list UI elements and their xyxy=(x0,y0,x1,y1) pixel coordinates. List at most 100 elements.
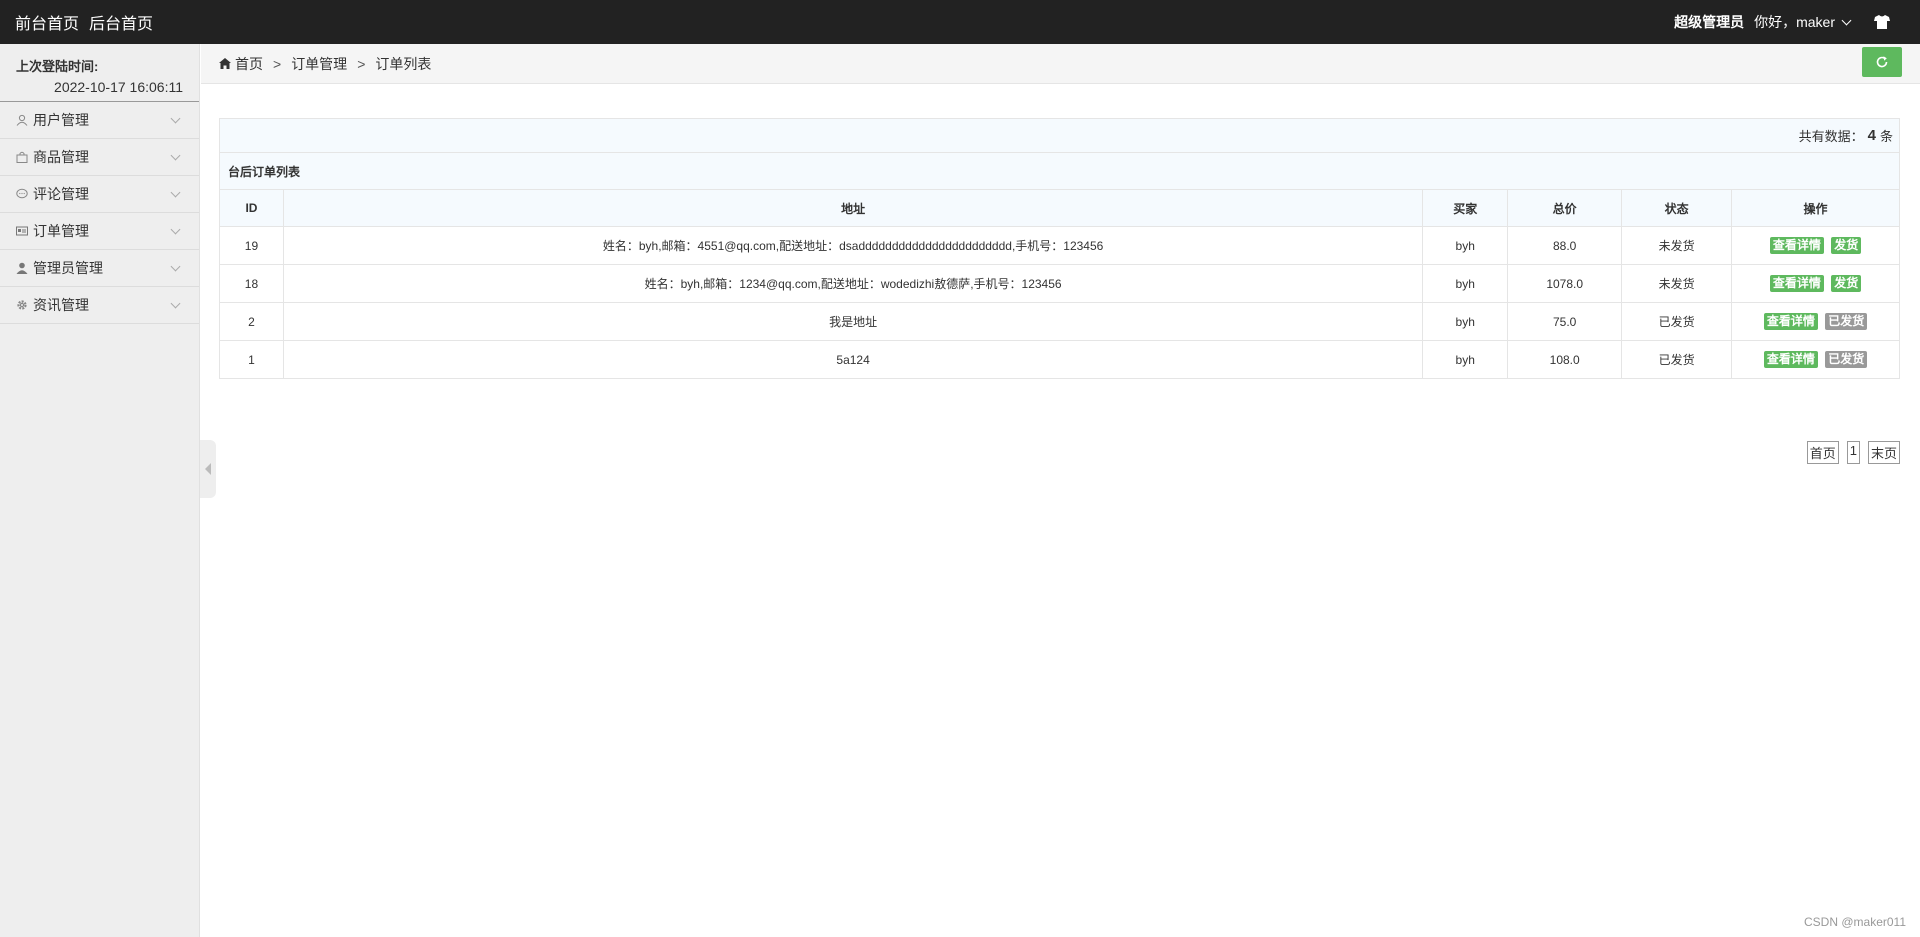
front-home-link[interactable]: 前台首页 xyxy=(15,10,79,34)
table-row: 1 5a124 byh 108.0 已发货 查看详情 已发货 xyxy=(219,340,1900,379)
column-header-status: 状态 xyxy=(1621,189,1733,227)
cell-address: 5a124 xyxy=(282,340,1424,379)
sidebar-item-comments[interactable]: 评论管理 xyxy=(0,176,199,213)
count-value: 4 xyxy=(1867,127,1876,144)
sidebar-item-label: 资讯管理 xyxy=(33,297,89,313)
watermark: CSDN @maker011 xyxy=(1804,915,1906,929)
count-suffix: 条 xyxy=(1879,129,1893,144)
cell-address: 我是地址 xyxy=(282,302,1424,341)
sidebar-item-news[interactable]: 资讯管理 xyxy=(0,287,199,324)
ship-button[interactable]: 发货 xyxy=(1831,237,1862,254)
sidebar-item-label: 管理员管理 xyxy=(33,260,103,276)
home-icon xyxy=(219,58,231,69)
view-detail-button[interactable]: 查看详情 xyxy=(1769,275,1824,292)
column-header-actions: 操作 xyxy=(1731,189,1900,227)
top-nav-links: 前台首页 后台首页 xyxy=(15,0,153,44)
chevron-down-icon xyxy=(170,150,181,161)
breadcrumb-separator: > xyxy=(357,55,366,72)
table-header-row: ID 地址 买家 总价 状态 操作 xyxy=(219,189,1900,227)
cell-id: 1 xyxy=(219,340,284,379)
view-detail-button[interactable]: 查看详情 xyxy=(1769,237,1824,254)
gear-icon xyxy=(15,298,29,312)
breadcrumb-current: 订单列表 xyxy=(375,55,432,72)
cell-total: 88.0 xyxy=(1507,226,1623,265)
sidebar-item-products[interactable]: 商品管理 xyxy=(0,139,199,176)
user-area: 超级管理员 你好，maker xyxy=(1674,0,1890,44)
cell-id: 19 xyxy=(219,226,284,265)
cell-actions: 查看详情 已发货 xyxy=(1731,340,1900,379)
count-prefix: 共有数据： xyxy=(1798,129,1864,144)
cell-actions: 查看详情 发货 xyxy=(1731,264,1900,303)
cell-total: 1078.0 xyxy=(1507,264,1623,303)
top-navbar: 前台首页 后台首页 超级管理员 你好，maker xyxy=(0,0,1920,44)
bag-icon xyxy=(15,150,29,164)
last-login-info: 上次登陆时间: 2022-10-17 16:06:11 xyxy=(0,44,199,102)
user-greeting: 你好，maker xyxy=(1754,14,1835,30)
user-menu-toggle[interactable]: 你好，maker xyxy=(1754,12,1852,32)
pagination-page-1[interactable]: 1 xyxy=(1846,441,1860,464)
last-login-label: 上次登陆时间: xyxy=(16,59,99,74)
sidebar-item-label: 订单管理 xyxy=(33,223,89,239)
cell-status: 未发货 xyxy=(1621,264,1733,303)
cell-actions: 查看详情 已发货 xyxy=(1731,302,1900,341)
chevron-down-icon xyxy=(170,187,181,198)
column-header-address: 地址 xyxy=(282,189,1424,227)
breadcrumb: 首页 > 订单管理 > 订单列表 xyxy=(201,44,1920,84)
user-role: 超级管理员 xyxy=(1674,14,1745,30)
cell-actions: 查看详情 发货 xyxy=(1731,226,1900,265)
pagination-last[interactable]: 末页 xyxy=(1867,441,1900,464)
cell-status: 已发货 xyxy=(1621,340,1733,379)
user-icon xyxy=(15,113,29,127)
column-header-id: ID xyxy=(219,189,284,227)
chevron-down-icon xyxy=(1841,15,1852,25)
tshirt-icon[interactable] xyxy=(1874,15,1890,29)
ship-button[interactable]: 发货 xyxy=(1831,275,1862,292)
pagination-first[interactable]: 首页 xyxy=(1806,441,1839,464)
back-home-link[interactable]: 后台首页 xyxy=(89,10,153,34)
breadcrumb-home[interactable]: 首页 xyxy=(235,54,263,74)
chevron-down-icon xyxy=(170,113,181,124)
cell-id: 2 xyxy=(219,302,284,341)
sidebar-item-label: 用户管理 xyxy=(33,112,89,128)
breadcrumb-separator: > xyxy=(273,55,282,72)
view-detail-button[interactable]: 查看详情 xyxy=(1763,313,1818,330)
breadcrumb-order-management[interactable]: 订单管理 xyxy=(291,54,347,74)
column-header-total: 总价 xyxy=(1507,189,1623,227)
shipped-badge: 已发货 xyxy=(1825,313,1868,330)
cell-address: 姓名：byh,邮箱：4551@qq.com,配送地址：dsadddddddddd… xyxy=(282,226,1424,265)
cell-total: 75.0 xyxy=(1507,302,1623,341)
sidebar-item-admins[interactable]: 管理员管理 xyxy=(0,250,199,287)
cell-buyer: byh xyxy=(1422,264,1509,303)
table-title-row: 台后订单列表 xyxy=(219,152,1900,190)
cell-status: 已发货 xyxy=(1621,302,1733,341)
last-login-time: 2022-10-17 16:06:11 xyxy=(54,79,183,95)
sidebar: 上次登陆时间: 2022-10-17 16:06:11 用户管理 商品管理 评论… xyxy=(0,44,200,937)
refresh-button[interactable] xyxy=(1862,47,1902,77)
cell-total: 108.0 xyxy=(1507,340,1623,379)
pagination: 首页 1 末页 xyxy=(1806,441,1900,464)
orders-table: 台后订单列表 ID 地址 买家 总价 状态 操作 19 姓名：byh,邮箱：45… xyxy=(219,152,1900,379)
caret-left-icon xyxy=(205,463,211,475)
card-icon xyxy=(15,224,29,238)
table-title: 台后订单列表 xyxy=(219,152,1900,190)
cell-status: 未发货 xyxy=(1621,226,1733,265)
chevron-down-icon xyxy=(170,224,181,235)
sidebar-collapse-handle[interactable] xyxy=(200,440,216,498)
sidebar-item-label: 评论管理 xyxy=(33,186,89,202)
cell-buyer: byh xyxy=(1422,340,1509,379)
admin-icon xyxy=(15,261,29,275)
cell-address: 姓名：byh,邮箱：1234@qq.com,配送地址：wodedizhi敖德萨,… xyxy=(282,264,1424,303)
cell-id: 18 xyxy=(219,264,284,303)
refresh-icon xyxy=(1875,55,1889,69)
sidebar-item-users[interactable]: 用户管理 xyxy=(0,102,199,139)
cell-buyer: byh xyxy=(1422,302,1509,341)
chevron-down-icon xyxy=(170,261,181,272)
column-header-buyer: 买家 xyxy=(1422,189,1509,227)
comment-icon xyxy=(15,187,29,201)
shipped-badge: 已发货 xyxy=(1825,351,1868,368)
sidebar-item-label: 商品管理 xyxy=(33,149,89,165)
view-detail-button[interactable]: 查看详情 xyxy=(1763,351,1818,368)
table-row: 2 我是地址 byh 75.0 已发货 查看详情 已发货 xyxy=(219,302,1900,341)
sidebar-item-orders[interactable]: 订单管理 xyxy=(0,213,199,250)
data-count-summary: 共有数据： 4 条 xyxy=(219,118,1900,153)
